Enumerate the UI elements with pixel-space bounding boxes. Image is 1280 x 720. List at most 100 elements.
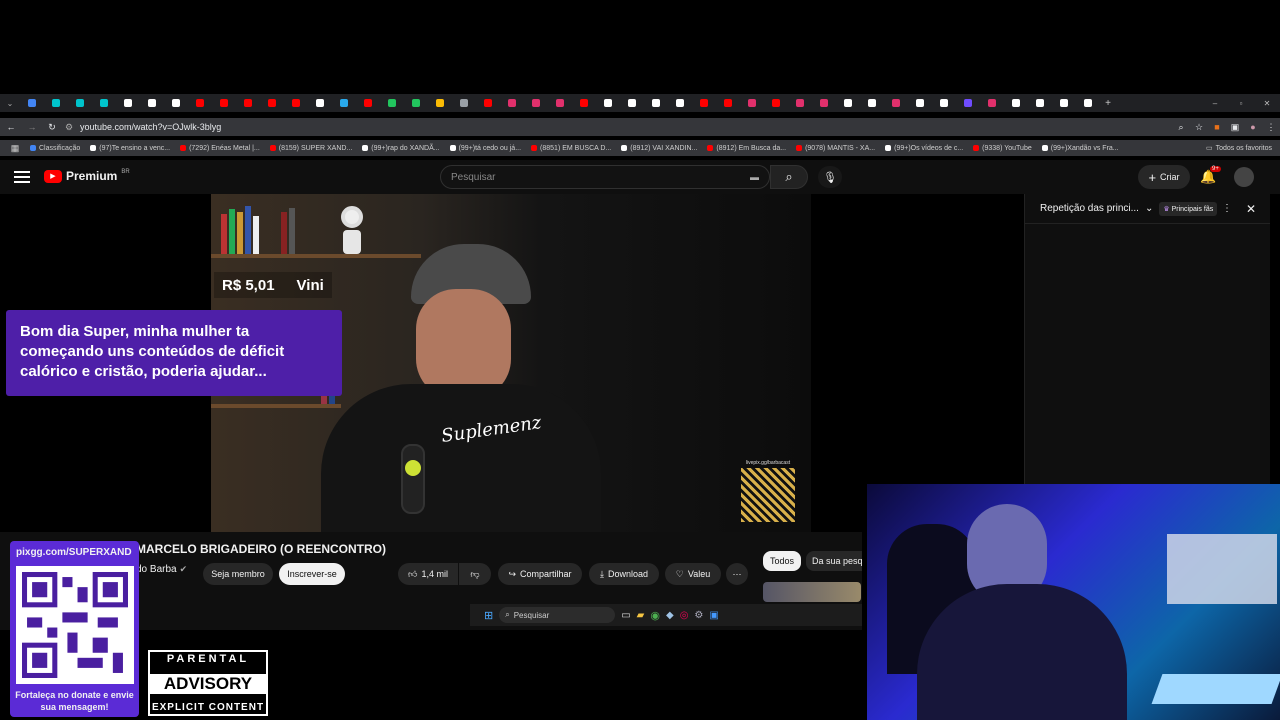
- bookmark-item[interactable]: (9338) YouTube: [973, 145, 1032, 152]
- browser-tab[interactable]: [140, 94, 164, 112]
- bookmark-item[interactable]: (8912) Em Busca da...: [707, 145, 786, 152]
- browser-tab[interactable]: [1004, 94, 1028, 112]
- puzzle-icon[interactable]: ▣: [1226, 122, 1244, 133]
- browser-tab[interactable]: [20, 94, 44, 112]
- browser-tab[interactable]: [644, 94, 668, 112]
- browser-tab[interactable]: [620, 94, 644, 112]
- browser-tab[interactable]: [428, 94, 452, 112]
- filter-chip-all[interactable]: Todos: [763, 551, 801, 571]
- browser-tab[interactable]: [356, 94, 380, 112]
- new-tab-icon[interactable]: +: [1100, 98, 1116, 109]
- create-button[interactable]: + Criar: [1138, 165, 1190, 189]
- file-explorer-icon[interactable]: ▰: [637, 610, 645, 621]
- browser-tab[interactable]: [980, 94, 1004, 112]
- browser-tab[interactable]: [668, 94, 692, 112]
- settings-icon[interactable]: ⚙: [694, 610, 703, 621]
- browser-tab[interactable]: [692, 94, 716, 112]
- browser-tab[interactable]: [812, 94, 836, 112]
- browser-tab[interactable]: [572, 94, 596, 112]
- browser-tab[interactable]: [116, 94, 140, 112]
- star-icon[interactable]: ☆: [1190, 122, 1208, 133]
- youtube-logo[interactable]: ▶ Premium BR: [44, 169, 130, 183]
- close-icon[interactable]: ✕: [1246, 202, 1256, 216]
- app-icon[interactable]: ▣: [709, 610, 718, 621]
- bookmark-item[interactable]: (99+)tá cedo ou já...: [449, 145, 521, 152]
- notifications-button[interactable]: 🔔 9+: [1200, 166, 1221, 186]
- windows-start-icon[interactable]: ⊞: [484, 609, 493, 622]
- maximize-icon[interactable]: ▫: [1228, 99, 1254, 108]
- browser-tab[interactable]: [332, 94, 356, 112]
- voice-search-button[interactable]: 🎙: [818, 166, 842, 188]
- browser-tab[interactable]: [956, 94, 980, 112]
- browser-tab[interactable]: [476, 94, 500, 112]
- app-icon[interactable]: ◎: [680, 610, 689, 621]
- forward-icon[interactable]: →: [22, 122, 42, 132]
- menu-icon[interactable]: ⋮: [1262, 122, 1280, 133]
- bookmark-item[interactable]: (8912) VAI XANDIN...: [621, 145, 697, 152]
- top-fans-badge[interactable]: ♛ Principais fãs: [1159, 201, 1218, 216]
- search-input[interactable]: Pesquisar ▬: [440, 165, 770, 189]
- search-button[interactable]: ⌕: [770, 165, 808, 189]
- close-window-icon[interactable]: ✕: [1254, 99, 1280, 108]
- browser-tab[interactable]: [932, 94, 956, 112]
- browser-tab[interactable]: [740, 94, 764, 112]
- all-favorites[interactable]: Todos os favoritos: [1216, 145, 1272, 152]
- browser-tab[interactable]: [68, 94, 92, 112]
- hamburger-menu-icon[interactable]: [14, 168, 30, 184]
- browser-tab[interactable]: [908, 94, 932, 112]
- browser-tab[interactable]: [548, 94, 572, 112]
- browser-tab[interactable]: [596, 94, 620, 112]
- browser-tab[interactable]: [308, 94, 332, 112]
- browser-tab[interactable]: [716, 94, 740, 112]
- account-avatar[interactable]: [1234, 167, 1254, 187]
- browser-tab[interactable]: [452, 94, 476, 112]
- chrome-icon[interactable]: ◉: [650, 609, 660, 622]
- browser-tab[interactable]: [404, 94, 428, 112]
- chat-mode-title[interactable]: Repetição das princi...: [1040, 203, 1139, 214]
- browser-tab[interactable]: [500, 94, 524, 112]
- download-button[interactable]: ⤓ Download: [589, 563, 659, 585]
- bookmark-item[interactable]: (99+)Os vídeos de c...: [885, 145, 963, 152]
- profile-avatar[interactable]: ●: [1244, 122, 1262, 132]
- minimize-icon[interactable]: –: [1202, 99, 1228, 108]
- channel-name-row[interactable]: do Barba ✔: [136, 564, 187, 575]
- browser-tab[interactable]: [524, 94, 548, 112]
- bookmark-item[interactable]: (99+)rap do XANDÃ...: [362, 145, 440, 152]
- channel-name[interactable]: do Barba: [136, 564, 177, 575]
- apps-icon[interactable]: ▦: [0, 143, 30, 154]
- browser-tab[interactable]: [92, 94, 116, 112]
- tab-search-icon[interactable]: ⌄: [0, 99, 20, 108]
- browser-tab[interactable]: [836, 94, 860, 112]
- browser-tab[interactable]: [788, 94, 812, 112]
- browser-tab[interactable]: [260, 94, 284, 112]
- browser-tab[interactable]: [860, 94, 884, 112]
- browser-tab[interactable]: [188, 94, 212, 112]
- bookmark-item[interactable]: (7292) Enéas Metal |...: [180, 145, 260, 152]
- reload-icon[interactable]: ↻: [42, 122, 62, 133]
- chevron-down-icon[interactable]: ⌄: [1145, 203, 1153, 214]
- bookmark-item[interactable]: (8851) EM BUSCA D...: [531, 145, 611, 152]
- browser-tab[interactable]: [1076, 94, 1100, 112]
- taskbar-search[interactable]: ⌕ Pesquisar: [499, 607, 616, 623]
- share-button[interactable]: ↪ Compartilhar: [498, 563, 582, 585]
- browser-tab[interactable]: [212, 94, 236, 112]
- task-view-icon[interactable]: ▭: [621, 610, 630, 621]
- browser-tab[interactable]: [44, 94, 68, 112]
- steam-icon[interactable]: ◆: [666, 610, 674, 621]
- browser-tab[interactable]: [1052, 94, 1076, 112]
- more-actions-button[interactable]: ⋯: [726, 563, 748, 585]
- keyboard-icon[interactable]: ▬: [750, 172, 759, 182]
- like-button[interactable]: 👍︎ 1,4 mil: [398, 563, 458, 585]
- bookmark-item[interactable]: (99+)Xandão vs Fra...: [1041, 145, 1119, 152]
- bookmark-item[interactable]: Classificação: [30, 145, 80, 152]
- filter-chip-search[interactable]: Da sua pesq: [806, 551, 862, 571]
- thanks-button[interactable]: ♡ Valeu: [665, 563, 721, 585]
- browser-tab[interactable]: [284, 94, 308, 112]
- bookmark-item[interactable]: (9078) MANTIS - XA...: [796, 145, 875, 152]
- browser-tab[interactable]: [1028, 94, 1052, 112]
- join-button[interactable]: Seja membro: [203, 563, 273, 585]
- browser-tab[interactable]: [380, 94, 404, 112]
- back-icon[interactable]: ←: [0, 122, 22, 132]
- more-options-icon[interactable]: ⋮: [1222, 203, 1232, 214]
- site-info-icon[interactable]: ⚙: [62, 122, 76, 133]
